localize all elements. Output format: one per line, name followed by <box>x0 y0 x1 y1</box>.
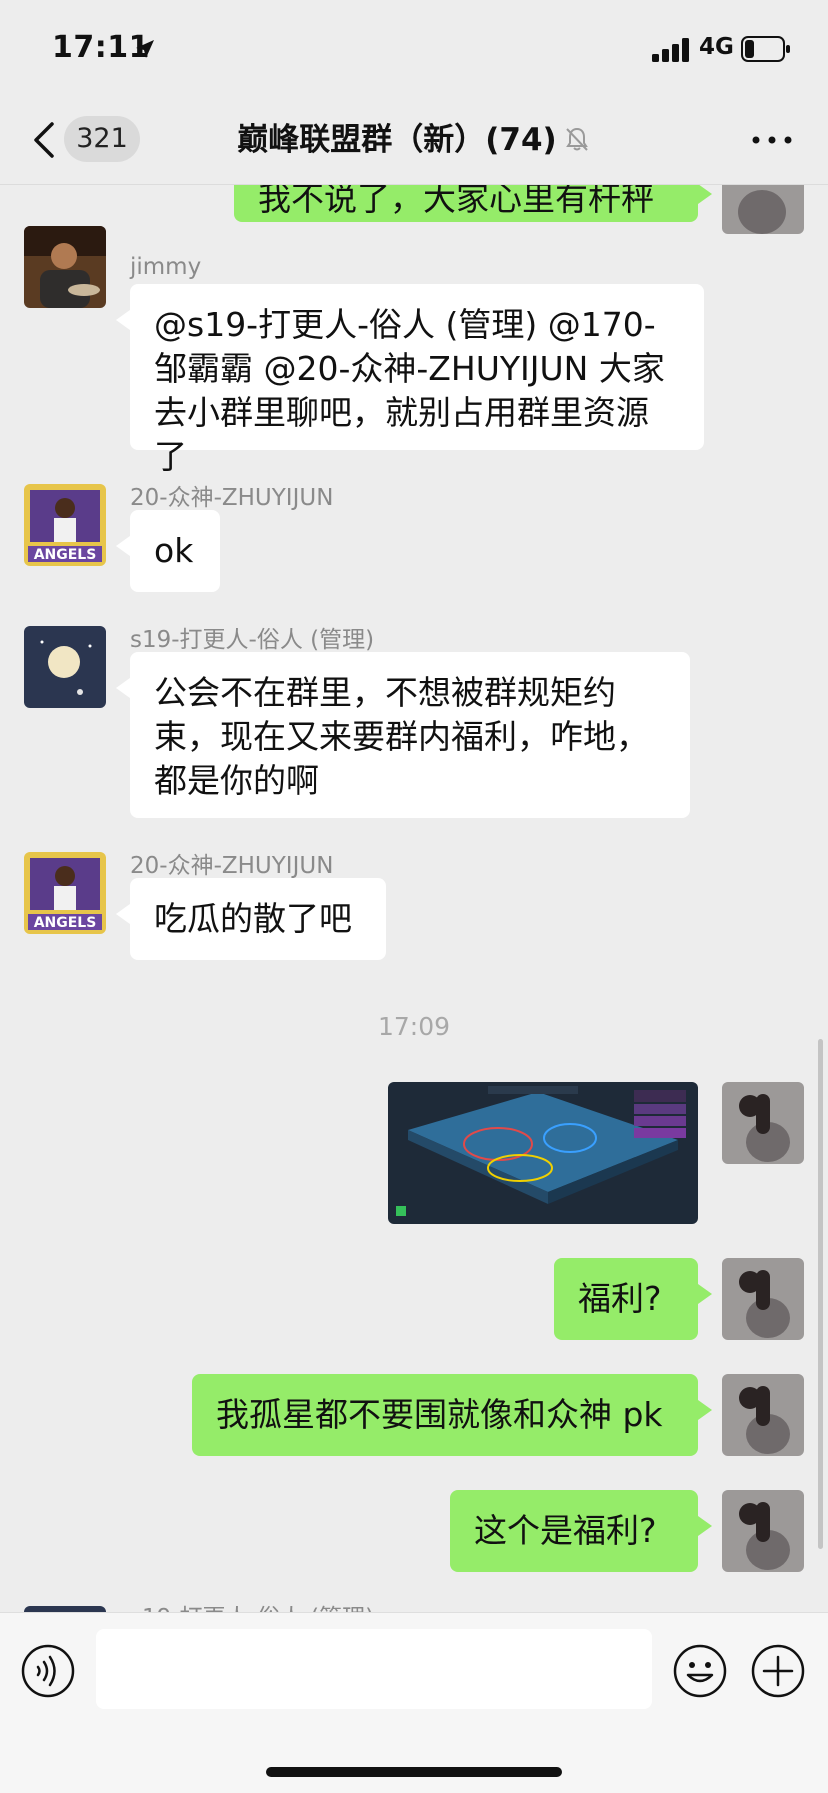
avatar-jimmy[interactable] <box>24 226 106 308</box>
location-arrow-icon <box>136 40 154 58</box>
message-bubble-outgoing[interactable]: 这个是福利? <box>450 1490 712 1572</box>
chevron-left-icon[interactable] <box>26 116 66 164</box>
my-avatar[interactable] <box>722 1374 804 1456</box>
my-avatar[interactable] <box>722 184 804 234</box>
timestamp-divider: 17:09 <box>377 1012 451 1041</box>
network-type: 4G <box>699 34 734 60</box>
more-dots-icon[interactable] <box>748 128 796 152</box>
svg-text:ANGELS: ANGELS <box>34 915 97 931</box>
message-text: ok <box>154 531 194 570</box>
avatar-zhuyijun[interactable]: ANGELS <box>24 852 106 934</box>
message-bubble-incoming[interactable]: 吃瓜的散了吧 <box>116 878 386 960</box>
home-indicator <box>266 1767 562 1777</box>
plus-icon[interactable] <box>750 1643 806 1699</box>
message-text: 公会不在群里，不想被群规矩约束，现在又来要群内福利，咋地，都是你的啊 <box>154 673 649 800</box>
sender-name: jimmy <box>130 254 202 280</box>
message-bubble-outgoing[interactable]: 我孤星都不要围就像和众神 pk <box>192 1374 712 1456</box>
chat-title-text: 巅峰联盟群（新）(74) <box>237 122 557 158</box>
message-bubble-outgoing[interactable]: 福利? <box>554 1258 712 1340</box>
bell-muted-icon <box>565 127 588 151</box>
chat-header: 321 巅峰联盟群（新）(74) <box>0 96 828 185</box>
avatar-zhuyijun[interactable]: ANGELS <box>24 484 106 566</box>
sender-name: s19-打更人-俗人 (管理) <box>130 1598 374 1612</box>
my-avatar[interactable] <box>722 1082 804 1164</box>
svg-text:ANGELS: ANGELS <box>34 547 97 563</box>
sender-name: s19-打更人-俗人 (管理) <box>130 627 375 653</box>
message-text: 福利? <box>578 1279 662 1318</box>
message-text: 吃瓜的散了吧 <box>154 899 352 938</box>
input-bar <box>0 1612 828 1793</box>
message-text: 这个是福利? <box>474 1511 657 1550</box>
message-list[interactable]: 我不说了，大家心里有杆秤 jimmy @s19-打更人-俗人 (管理) @170… <box>0 184 828 1612</box>
message-text: 我孤星都不要围就像和众神 pk <box>216 1395 663 1434</box>
avatar-s19[interactable] <box>24 626 106 708</box>
chat-title[interactable]: 巅峰联盟群（新）(74) <box>120 118 708 162</box>
sender-name: 20-众神-ZHUYIJUN <box>130 853 334 879</box>
scrollbar[interactable] <box>818 1039 823 1549</box>
my-avatar[interactable] <box>722 1490 804 1572</box>
image-message[interactable] <box>388 1082 698 1224</box>
voice-icon[interactable] <box>20 1643 76 1699</box>
message-text: @s19-打更人-俗人 (管理) @170-邹霸霸 @20-众神-ZHUYIJU… <box>154 305 665 476</box>
message-bubble-incoming[interactable]: 公会不在群里，不想被群规矩约束，现在又来要群内福利，咋地，都是你的啊 <box>116 652 690 818</box>
sender-name: 20-众神-ZHUYIJUN <box>130 485 334 511</box>
signal-bars-icon <box>652 38 689 62</box>
message-bubble-incoming[interactable]: @s19-打更人-俗人 (管理) @170-邹霸霸 @20-众神-ZHUYIJU… <box>116 284 704 476</box>
status-bar: 17:11 4G <box>0 0 828 96</box>
message-text: 我不说了，大家心里有杆秤 <box>258 184 654 218</box>
message-input[interactable] <box>96 1629 652 1709</box>
my-avatar[interactable] <box>722 1258 804 1340</box>
message-bubble-outgoing[interactable]: 我不说了，大家心里有杆秤 <box>234 184 712 222</box>
battery-icon <box>741 36 790 62</box>
emoji-icon[interactable] <box>672 1643 728 1699</box>
message-bubble-incoming[interactable]: ok <box>116 510 220 592</box>
